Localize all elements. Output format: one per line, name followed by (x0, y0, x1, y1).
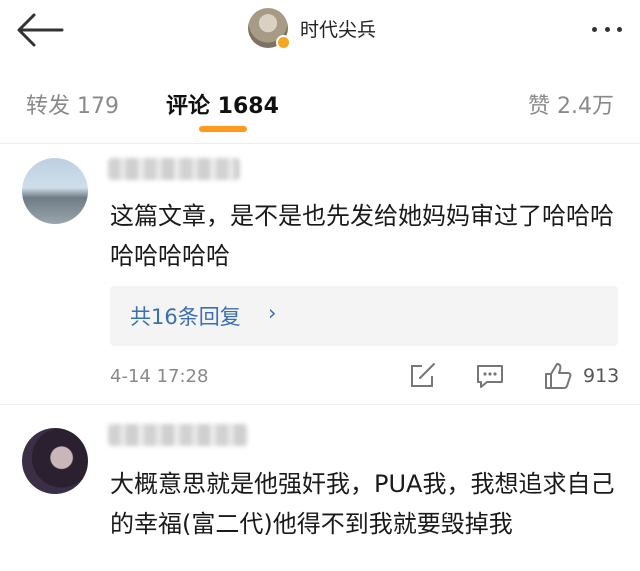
back-button[interactable] (14, 10, 66, 50)
more-dots-icon[interactable] (592, 14, 622, 44)
back-arrow-icon (17, 13, 64, 47)
tab-comment[interactable]: 评论 1684 (166, 88, 279, 120)
active-tab-indicator (199, 126, 247, 132)
tab-divider (0, 143, 640, 144)
view-replies-button[interactable]: 共16条回复 › (110, 286, 618, 346)
comment-timestamp: 4-14 17:28 (110, 366, 209, 387)
top-bar: 时代尖兵 (0, 0, 640, 62)
author-avatar[interactable] (248, 8, 291, 50)
chevron-right-icon: › (268, 301, 277, 325)
comment-text: 大概意思就是他强奸我，PUA我，我想追求自己的幸福(富二代)他得不到我就要毁掉我 (110, 470, 615, 538)
replies-count-label: 共16条回复 (130, 305, 241, 329)
commenter-name-blurred[interactable] (108, 424, 248, 446)
tab-bar: 转发 179 评论 1684 赞 2.4万 (0, 74, 640, 138)
like-count: 913 (583, 365, 620, 387)
commenter-name-blurred[interactable] (108, 158, 240, 180)
like-button[interactable]: 913 (543, 362, 619, 390)
author-name[interactable]: 时代尖兵 (300, 15, 376, 42)
commenter-avatar[interactable] (22, 428, 88, 494)
comment-divider (0, 404, 640, 405)
author-header[interactable]: 时代尖兵 (248, 6, 376, 50)
commenter-avatar[interactable] (22, 158, 88, 224)
reply-button[interactable] (475, 362, 505, 394)
tab-repost[interactable]: 转发 179 (26, 88, 119, 120)
share-edit-icon (411, 363, 435, 387)
comment-bubble-icon (477, 365, 503, 388)
share-button[interactable] (408, 362, 438, 394)
comment-text: 这篇文章，是不是也先发给她妈妈审过了哈哈哈哈哈哈哈哈 (110, 202, 614, 270)
verified-badge-icon (276, 35, 291, 50)
thumbs-up-icon (545, 363, 572, 389)
tab-like[interactable]: 赞 2.4万 (528, 88, 614, 120)
